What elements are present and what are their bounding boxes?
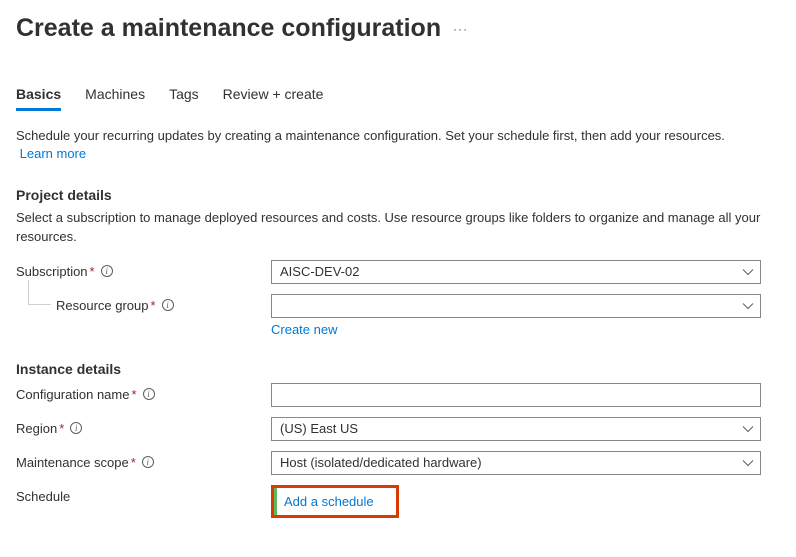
- add-schedule-link[interactable]: Add a schedule: [284, 494, 374, 509]
- project-details-heading: Project details: [16, 187, 780, 203]
- learn-more-link[interactable]: Learn more: [20, 146, 86, 161]
- required-indicator: *: [59, 421, 64, 436]
- required-indicator: *: [131, 455, 136, 470]
- region-select[interactable]: (US) East US: [271, 417, 761, 441]
- more-actions-button[interactable]: ···: [453, 22, 468, 36]
- chevron-down-icon: [742, 300, 754, 312]
- info-icon[interactable]: i: [101, 265, 113, 277]
- chevron-down-icon: [742, 266, 754, 278]
- resource-group-select[interactable]: [271, 294, 761, 318]
- maintenance-scope-select[interactable]: Host (isolated/dedicated hardware): [271, 451, 761, 475]
- chevron-down-icon: [742, 423, 754, 435]
- required-indicator: *: [90, 264, 95, 279]
- info-icon[interactable]: i: [142, 456, 154, 468]
- info-icon[interactable]: i: [143, 388, 155, 400]
- project-details-desc: Select a subscription to manage deployed…: [16, 209, 780, 245]
- tab-bar: Basics Machines Tags Review + create: [16, 86, 780, 111]
- info-icon[interactable]: i: [70, 422, 82, 434]
- subscription-select[interactable]: AISC-DEV-02: [271, 260, 761, 284]
- tab-tags[interactable]: Tags: [169, 86, 199, 111]
- tab-machines[interactable]: Machines: [85, 86, 145, 111]
- region-label: Region * i: [16, 417, 271, 436]
- intro-text: Schedule your recurring updates by creat…: [16, 128, 725, 143]
- chevron-down-icon: [742, 457, 754, 469]
- maintenance-scope-label: Maintenance scope * i: [16, 451, 271, 470]
- configuration-name-label: Configuration name * i: [16, 383, 271, 402]
- resource-group-label: Resource group * i: [16, 294, 271, 313]
- tab-basics[interactable]: Basics: [16, 86, 61, 111]
- tab-review-create[interactable]: Review + create: [223, 86, 324, 111]
- required-indicator: *: [151, 298, 156, 313]
- subscription-label: Subscription * i: [16, 260, 271, 279]
- required-indicator: *: [131, 387, 136, 402]
- add-schedule-highlight: Add a schedule: [271, 485, 399, 518]
- create-new-link[interactable]: Create new: [271, 322, 337, 337]
- page-title: Create a maintenance configuration: [16, 14, 441, 43]
- schedule-label: Schedule: [16, 485, 271, 504]
- info-icon[interactable]: i: [162, 299, 174, 311]
- instance-details-heading: Instance details: [16, 361, 780, 377]
- configuration-name-input[interactable]: [271, 383, 761, 407]
